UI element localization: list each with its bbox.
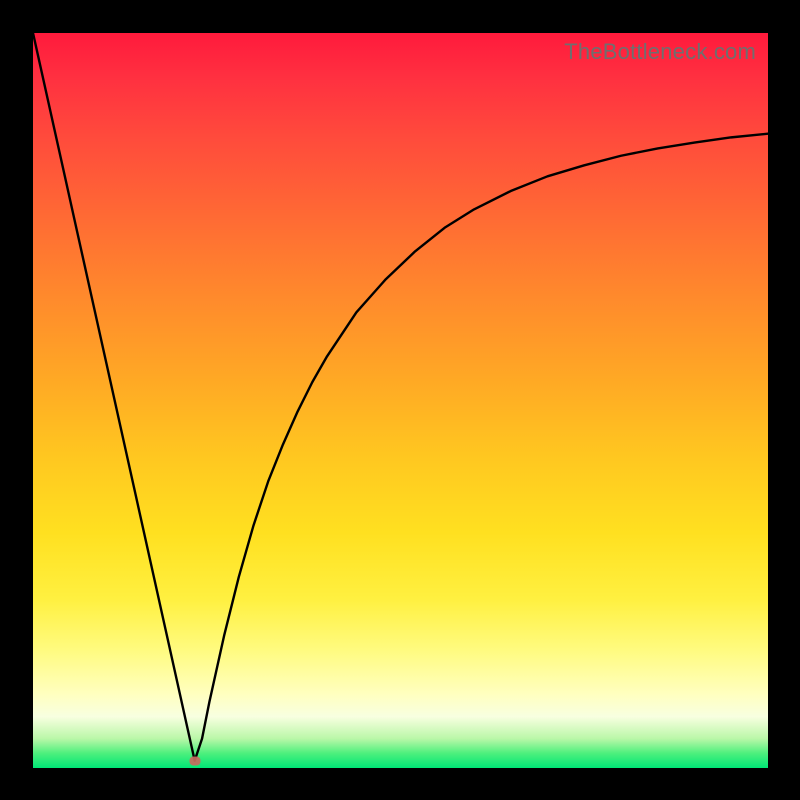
- watermark-text: TheBottleneck.com: [564, 39, 756, 65]
- minimum-point-marker: [189, 756, 200, 765]
- bottleneck-curve: [33, 33, 768, 768]
- chart-frame: TheBottleneck.com: [0, 0, 800, 800]
- chart-plot-area: TheBottleneck.com: [33, 33, 768, 768]
